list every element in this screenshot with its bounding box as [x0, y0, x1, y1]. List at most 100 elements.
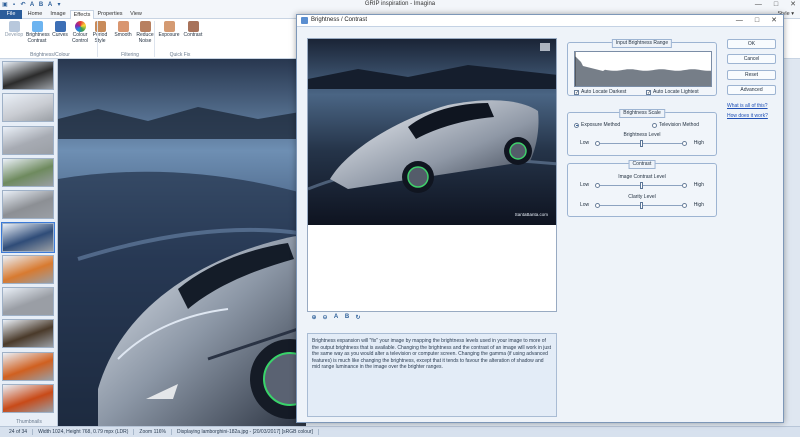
brightness-scale-title: Brightness Scale — [619, 109, 665, 118]
slider-high-label: High — [693, 182, 704, 188]
ribbon-button-label: Exposure — [158, 32, 180, 38]
input-brightness-title: Input Brightness Range — [611, 39, 673, 48]
slider-end — [682, 203, 687, 208]
app-title: GRIP inspiration - Imagina — [364, 1, 436, 7]
period-style-button[interactable]: Period Style — [89, 21, 111, 44]
ribbon-button-label: Brightness Contrast — [26, 32, 50, 44]
dialog-title-bar[interactable]: Brightness / Contrast — □ ✕ — [297, 15, 783, 27]
main-image-view[interactable] — [58, 59, 306, 426]
reduce-noise-icon — [139, 21, 151, 32]
preview-panel[interactable]: SantaBanta.com — [307, 38, 557, 312]
exposure-button[interactable]: Exposure — [158, 21, 180, 39]
colour-wheel-icon — [74, 21, 86, 32]
auto-lightest-checkbox[interactable]: ✓ Auto Locate Lightest — [646, 89, 699, 95]
text-b-icon[interactable]: B — [343, 314, 351, 320]
text-a-icon[interactable]: A — [332, 314, 340, 320]
dialog-minimize-button[interactable]: — — [736, 16, 743, 26]
exposure-method-label: Exposure Method — [581, 122, 621, 128]
refresh-icon[interactable]: ↻ — [354, 314, 362, 321]
ribbon-button-label: Contrast — [183, 32, 203, 38]
auto-darkest-checkbox[interactable]: ✓ Auto Locate Darkest — [574, 89, 626, 95]
radio-indicator — [652, 122, 657, 128]
slider-thumb[interactable] — [639, 182, 643, 189]
dialog-maximize-button[interactable]: □ — [755, 16, 759, 26]
ribbon-button-label: Develop — [4, 32, 24, 38]
colour-wheel-button[interactable]: Colour Control — [69, 21, 91, 44]
contrast-icon — [187, 21, 199, 32]
reset-button[interactable]: Reset — [727, 70, 776, 80]
smooth-button[interactable]: Smooth — [112, 21, 134, 39]
city-car-thumb[interactable] — [2, 287, 54, 317]
brightness-level-slider[interactable]: Low High — [568, 140, 716, 148]
tab-properties[interactable]: Properties — [94, 10, 126, 19]
what-is-this-link[interactable]: What is all of this? — [727, 103, 768, 109]
ok-button[interactable]: OK — [727, 39, 776, 49]
slider-end — [682, 141, 687, 146]
slider-track — [595, 182, 687, 189]
curves-button[interactable]: Curves — [49, 21, 71, 39]
group-filtering: Filtering — [121, 52, 139, 58]
cancel-button[interactable]: Cancel — [727, 54, 776, 64]
ribbon-button-label: Reduce Noise — [136, 32, 154, 44]
flame-figure-thumb[interactable] — [2, 384, 54, 413]
ribbon-button-label: Smooth — [114, 32, 132, 38]
tab-view[interactable]: View — [126, 10, 146, 19]
dialog-close-button[interactable]: ✕ — [771, 16, 777, 26]
white-car-thumb[interactable] — [2, 93, 54, 123]
checkbox-mark: ✓ — [574, 89, 580, 96]
supercar-image — [58, 59, 306, 426]
image-contrast-slider[interactable]: Low High — [568, 182, 716, 190]
preview-image: SantaBanta.com — [308, 39, 556, 225]
tab-effects[interactable]: Effects — [70, 10, 94, 19]
slider-end — [595, 183, 600, 188]
television-method-radio[interactable]: Television Method — [652, 122, 699, 128]
sunset-road-thumb[interactable] — [2, 254, 54, 284]
advanced-button[interactable]: Advanced — [727, 85, 776, 95]
develop-button: Develop — [3, 21, 25, 39]
tab-image[interactable]: Image — [46, 10, 70, 19]
contrast-button[interactable]: Contrast — [182, 21, 204, 39]
status-image-count: 24 of 34 — [4, 429, 34, 435]
exposure-method-radio[interactable]: Exposure Method — [574, 122, 620, 128]
silver-car-thumb[interactable] — [2, 125, 54, 155]
slider-end — [595, 141, 600, 146]
how-does-it-work-link[interactable]: How does it work? — [727, 113, 768, 119]
file-tab[interactable]: File — [0, 10, 22, 19]
dream-text-thumb[interactable] — [2, 319, 54, 349]
group-quick-fix: Quick Fix — [169, 52, 191, 58]
brightness-button[interactable]: Brightness Contrast — [26, 21, 50, 44]
tab-home[interactable]: Home — [24, 10, 46, 19]
group-brightness-colour: Brightness/Colour — [30, 52, 70, 58]
supercar-blue-thumb[interactable] — [1, 221, 55, 253]
black-car-thumb[interactable] — [2, 61, 54, 90]
fire-thumb[interactable] — [2, 351, 54, 381]
status-zoom: Zoom 116% — [134, 429, 172, 435]
auto-darkest-label: Auto Locate Darkest — [581, 89, 627, 95]
minimize-button[interactable]: — — [755, 0, 762, 10]
smooth-icon — [117, 21, 129, 32]
ribbon-button-label: Curves — [52, 32, 68, 38]
close-button[interactable]: ✕ — [790, 0, 796, 10]
brightness-level-label: Brightness Level — [623, 132, 661, 138]
ribbon-separator — [154, 21, 155, 57]
thumbnails-label: Thumbnails — [16, 419, 42, 425]
green-car-thumb[interactable] — [2, 157, 54, 187]
ribbon-button-label: Period Style — [92, 32, 108, 44]
thumbnail-panel: Thumbnails — [0, 59, 58, 426]
grey-car-thumb[interactable] — [2, 190, 54, 220]
slider-thumb[interactable] — [639, 140, 643, 147]
zoom-in-icon[interactable]: ⊕ — [310, 314, 318, 321]
maximize-button[interactable]: □ — [774, 0, 778, 10]
dialog-title: Brightness / Contrast — [311, 17, 368, 23]
ribbon-button-label: Colour Control — [71, 32, 89, 44]
reduce-noise-button[interactable]: Reduce Noise — [134, 21, 156, 44]
develop-icon — [8, 21, 20, 32]
exposure-icon — [163, 21, 175, 32]
description-box: Brightness expansion will "fix" your ima… — [307, 333, 557, 417]
status-filename: Displaying lamborghini-182a.jpg - [20/03… — [172, 429, 319, 435]
zoom-out-icon[interactable]: ⊖ — [321, 314, 329, 321]
checkbox-mark: ✓ — [646, 89, 652, 96]
clarity-level-slider[interactable]: Low High — [568, 202, 716, 210]
clarity-level-label: Clarity Level — [628, 194, 656, 200]
slider-thumb[interactable] — [639, 202, 643, 209]
